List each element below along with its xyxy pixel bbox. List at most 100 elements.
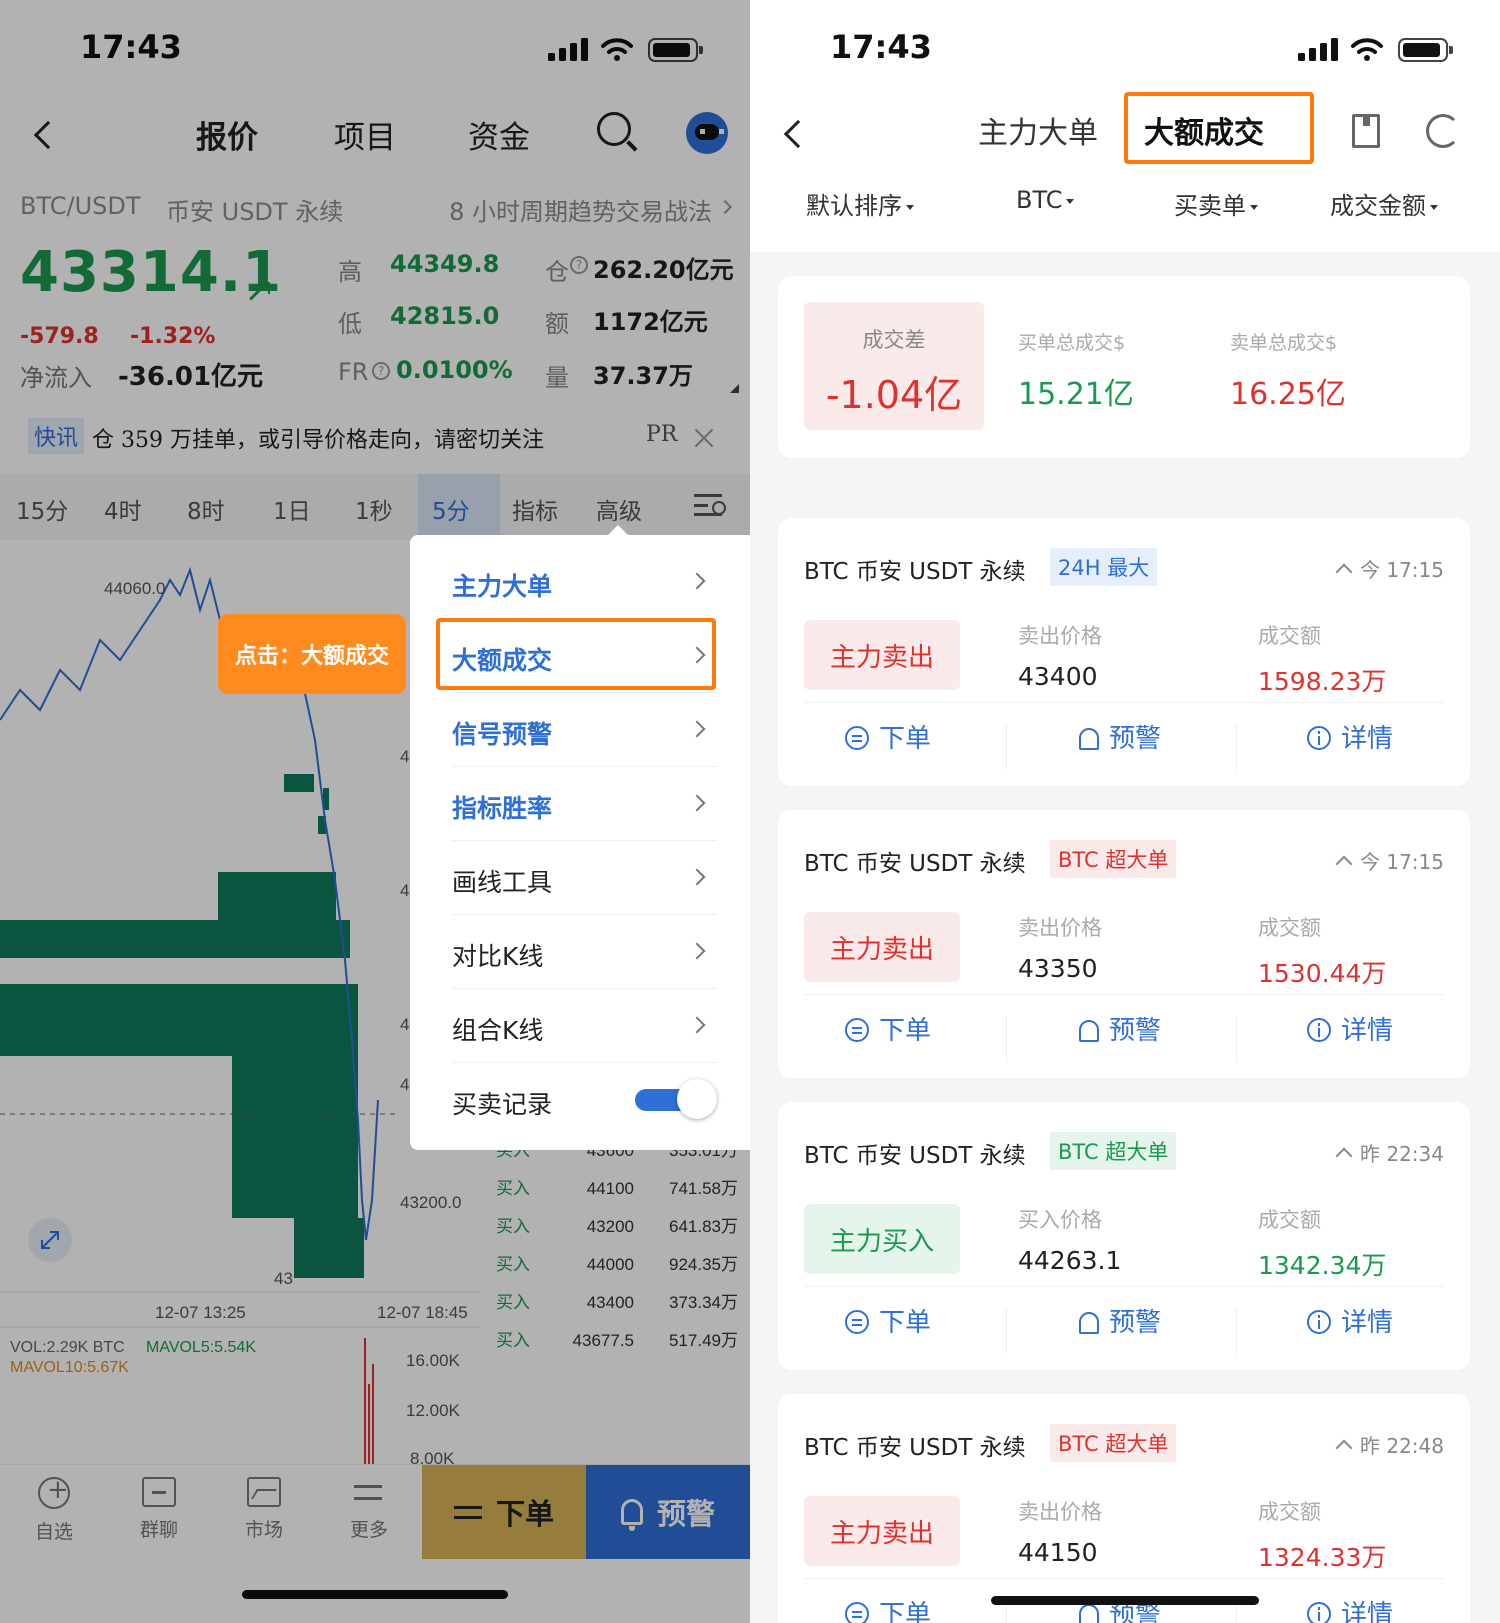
- tab-funds[interactable]: 资金: [468, 112, 530, 157]
- back-icon[interactable]: [783, 119, 813, 149]
- home-indicator: [991, 1596, 1259, 1605]
- bell-icon: [620, 1499, 643, 1531]
- trade-records-toggle[interactable]: [635, 1079, 717, 1119]
- card-alert-button[interactable]: 预警: [1010, 1010, 1230, 1047]
- info-icon: [1306, 1018, 1331, 1042]
- expand-corner-icon[interactable]: [730, 384, 739, 393]
- filter-sort[interactable]: 默认排序: [806, 186, 914, 221]
- card-detail-button[interactable]: 详情: [1240, 1010, 1460, 1047]
- divider: [804, 1578, 1444, 1579]
- tf-1d[interactable]: 1日: [273, 492, 311, 526]
- volume-bar: [364, 1338, 366, 1464]
- status-bar: 17:43: [0, 28, 750, 72]
- stat-high-value: 44349.8: [390, 250, 500, 278]
- card-detail-button[interactable]: 详情: [1240, 718, 1460, 755]
- bottom-market[interactable]: 市场: [224, 1477, 304, 1542]
- trade-price: 43677.5: [573, 1331, 634, 1350]
- trade-side: 买入: [496, 1293, 530, 1312]
- tf-8h[interactable]: 8时: [187, 492, 225, 526]
- price-axis-label: 43: [274, 1269, 293, 1288]
- tab-quote[interactable]: 报价: [196, 112, 258, 157]
- right-screen: 17:43 主力大单 大额成交 默认排序 BTC 买卖单 成交金额 成交差 -1…: [750, 0, 1500, 1623]
- tf-5m[interactable]: 5分: [432, 492, 470, 526]
- help-icon[interactable]: ?: [372, 362, 390, 380]
- price-label: 卖出价格: [1018, 1500, 1102, 1524]
- filter-side[interactable]: 买卖单: [1174, 186, 1258, 221]
- order-button[interactable]: 下单: [422, 1465, 586, 1559]
- card-alert-button[interactable]: 预警: [1010, 1302, 1230, 1339]
- depth-bar: [232, 1108, 358, 1218]
- close-icon[interactable]: [694, 428, 714, 448]
- trade-amount: 924.35万: [669, 1255, 738, 1274]
- menu-item-indicator-winrate[interactable]: 指标胜率: [452, 767, 717, 841]
- bell-icon: [1078, 1604, 1099, 1623]
- card-order-button[interactable]: 下单: [778, 718, 998, 755]
- trade-card[interactable]: BTC 币安 USDT 永续 24H 最大 今 17:15 主力卖出 卖出价格 43400…: [778, 518, 1470, 786]
- amount-value: 1530.44万: [1258, 959, 1387, 988]
- tf-indicator[interactable]: 指标: [512, 492, 558, 526]
- back-icon[interactable]: [33, 120, 63, 150]
- trade-card[interactable]: BTC 币安 USDT 永续 BTC 超大单 昨 22:48 主力卖出 卖出价格 4415…: [778, 1394, 1470, 1623]
- trade-card[interactable]: BTC 币安 USDT 永续 BTC 超大单 昨 22:34 主力买入 买入价格 4426…: [778, 1102, 1470, 1370]
- stat-low-label: 低: [338, 310, 362, 338]
- price-change: -579.8: [20, 324, 99, 349]
- chevron-right-icon: [688, 942, 706, 960]
- depth-bar: [0, 984, 358, 1056]
- trade-card[interactable]: BTC 币安 USDT 永续 BTC 超大单 今 17:15 主力卖出 卖出价格 4335…: [778, 810, 1470, 1078]
- search-icon[interactable]: [597, 112, 631, 146]
- info-icon: [1306, 726, 1331, 750]
- menu-item-signal-alert[interactable]: 信号预警: [452, 693, 717, 767]
- card-order-button[interactable]: 下单: [778, 1594, 998, 1623]
- strategy-link[interactable]: 8 小时周期趋势交易战法: [449, 192, 712, 227]
- time-axis-label: 12-07 13:25: [155, 1303, 246, 1322]
- alert-button[interactable]: 预警: [586, 1465, 750, 1559]
- trade-side: 买入: [496, 1179, 530, 1198]
- news-ticker[interactable]: 快讯 仓 359 万挂单，或引导价格走向，请密切关注 PR: [0, 416, 750, 460]
- card-order-button[interactable]: 下单: [778, 1010, 998, 1047]
- amount-label: 成交额: [1258, 1208, 1321, 1232]
- add-watchlist-icon: [38, 1475, 70, 1509]
- card-alert-button[interactable]: 预警: [1010, 718, 1230, 755]
- menu-item-drawing-tools[interactable]: 画线工具: [452, 841, 717, 915]
- bottom-chat[interactable]: 群聊: [119, 1477, 199, 1542]
- tf-4h[interactable]: 4时: [104, 492, 142, 526]
- sell-total: 卖单总成交$ 16.25亿: [1230, 328, 1346, 413]
- bottom-more[interactable]: 更多: [329, 1477, 409, 1542]
- menu-item-combo-kline[interactable]: 组合K线: [452, 989, 717, 1063]
- card-order-label: 下单: [878, 724, 931, 754]
- tab-project[interactable]: 项目: [334, 112, 396, 157]
- bottom-watchlist[interactable]: 自选: [14, 1475, 94, 1544]
- help-icon[interactable]: ?: [570, 256, 588, 274]
- price-axis-label: 4: [400, 1075, 409, 1094]
- card-order-button[interactable]: 下单: [778, 1302, 998, 1339]
- card-order-label: 下单: [878, 1600, 931, 1623]
- card-detail-button[interactable]: 详情: [1240, 1302, 1460, 1339]
- card-order-label: 下单: [878, 1308, 931, 1338]
- left-screen: 17:43 报价 项目 资金 BTC/USDT 币安 USDT 永续 8 小时周…: [0, 0, 750, 1623]
- menu-item-main-orders[interactable]: 主力大单: [452, 545, 717, 619]
- card-time-label: 昨 22:48: [1360, 1434, 1444, 1458]
- card-detail-button[interactable]: 详情: [1240, 1594, 1460, 1623]
- tab-main-orders[interactable]: 主力大单: [978, 108, 1098, 152]
- bookmark-icon[interactable]: [1352, 114, 1380, 148]
- assistant-robot-icon[interactable]: [686, 112, 728, 154]
- battery-icon: [1398, 38, 1453, 62]
- card-time: 今 17:15: [1338, 554, 1444, 583]
- pair-info-row[interactable]: BTC/USDT 币安 USDT 永续 8 小时周期趋势交易战法: [20, 192, 733, 232]
- filter-coin[interactable]: BTC: [1016, 186, 1075, 214]
- card-badge: BTC 超大单: [1050, 840, 1177, 878]
- tf-15m[interactable]: 15分: [16, 492, 68, 526]
- divider: [1006, 724, 1007, 770]
- refresh-icon[interactable]: [1426, 114, 1460, 148]
- tf-1s[interactable]: 1秒: [355, 492, 393, 526]
- netflow-label: 净流入: [20, 364, 92, 392]
- price-axis-label: 44060.0: [104, 579, 165, 598]
- chart-settings-icon[interactable]: [694, 494, 726, 516]
- filter-sort-label: 默认排序: [806, 192, 902, 220]
- trade-amount: 373.34万: [669, 1293, 738, 1312]
- filter-amount[interactable]: 成交金额: [1330, 186, 1438, 221]
- menu-item-compare-kline[interactable]: 对比K线: [452, 915, 717, 989]
- chevron-right-icon: [717, 199, 733, 215]
- card-time-label: 昨 22:34: [1360, 1142, 1444, 1166]
- tf-advanced[interactable]: 高级: [596, 492, 642, 526]
